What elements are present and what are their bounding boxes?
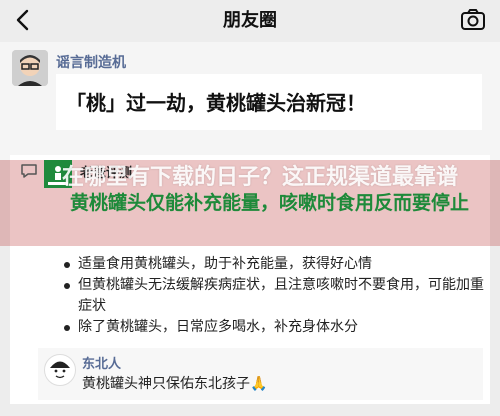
post-content-card: 「桃」过一劫，黄桃罐头治新冠！ <box>56 74 482 130</box>
list-item: 除了黄桃罐头，日常应多喝水，补充身体水分 <box>64 317 484 338</box>
top-nav: 朋友圈 <box>0 0 500 40</box>
bullet-dot <box>64 283 70 289</box>
reply-author-name[interactable]: 东北人 <box>82 353 121 372</box>
camera-icon[interactable] <box>460 8 486 32</box>
list-item: 适量食用黄桃罐头，助于补充能量，获得好心情 <box>64 254 484 275</box>
bullet-text: 适量食用黄桃罐头，助于补充能量，获得好心情 <box>78 256 372 272</box>
bullet-list: 适量食用黄桃罐头，助于补充能量，获得好心情 但黄桃罐头无法缓解疾病症状，且注意咳… <box>64 254 484 338</box>
page-title: 朋友圈 <box>223 10 277 31</box>
comment-icon <box>21 164 37 178</box>
reply-avatar[interactable] <box>44 354 76 386</box>
bullet-dot <box>64 325 70 331</box>
post-headline: 「桃」过一劫，黄桃罐头治新冠！ <box>66 91 366 115</box>
bullet-text: 但黄桃罐头无法缓解疾病症状，且注意咳嗽时不要食用，可能加重症状 <box>78 277 484 314</box>
reply-avatar-face-icon <box>46 356 74 384</box>
list-item: 但黄桃罐头无法缓解疾病症状，且注意咳嗽时不要食用，可能加重症状 <box>64 275 484 317</box>
reply-text: 黄桃罐头神只保佑东北孩子🙏 <box>82 376 268 392</box>
overlay-text: 在哪里有下载的日子？这正规渠道最靠谱 <box>61 165 458 190</box>
avatar-face-icon <box>12 50 48 86</box>
comment-headline: 黄桃罐头仅能补充能量，咳嗽时食用反而要停止 <box>70 192 470 214</box>
bullet-text: 除了黄桃罐头，日常应多喝水，补充身体水分 <box>78 319 358 335</box>
author-avatar[interactable] <box>12 50 48 86</box>
post-author-name[interactable]: 谣言制造机 <box>56 52 126 72</box>
bullet-dot <box>64 262 70 268</box>
